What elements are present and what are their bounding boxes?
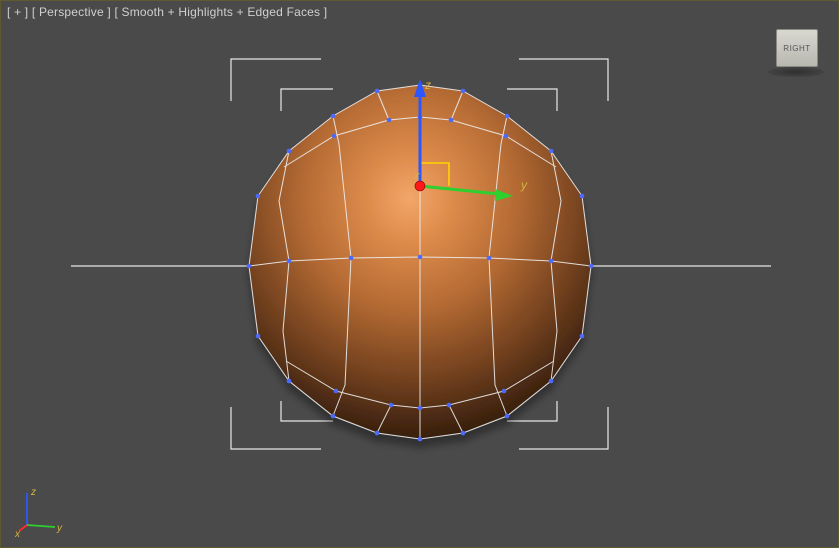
world-axis-indicator: z x y xyxy=(15,485,67,537)
gizmo-axis-x-label: x xyxy=(413,170,420,182)
gizmo-axis-y-label: y xyxy=(520,178,528,192)
axis-indicator-y-label: y xyxy=(56,523,63,534)
axis-indicator-y xyxy=(27,525,55,527)
axis-indicator-x xyxy=(19,525,27,531)
viewport[interactable]: [ + ] [ Perspective ] [ Smooth + Highlig… xyxy=(0,0,839,548)
viewport-canvas[interactable]: x y z xyxy=(1,1,839,548)
axis-indicator-z-label: z xyxy=(30,487,36,498)
gizmo-pivot[interactable] xyxy=(415,181,425,191)
gizmo-axis-z-label: z xyxy=(424,78,431,92)
